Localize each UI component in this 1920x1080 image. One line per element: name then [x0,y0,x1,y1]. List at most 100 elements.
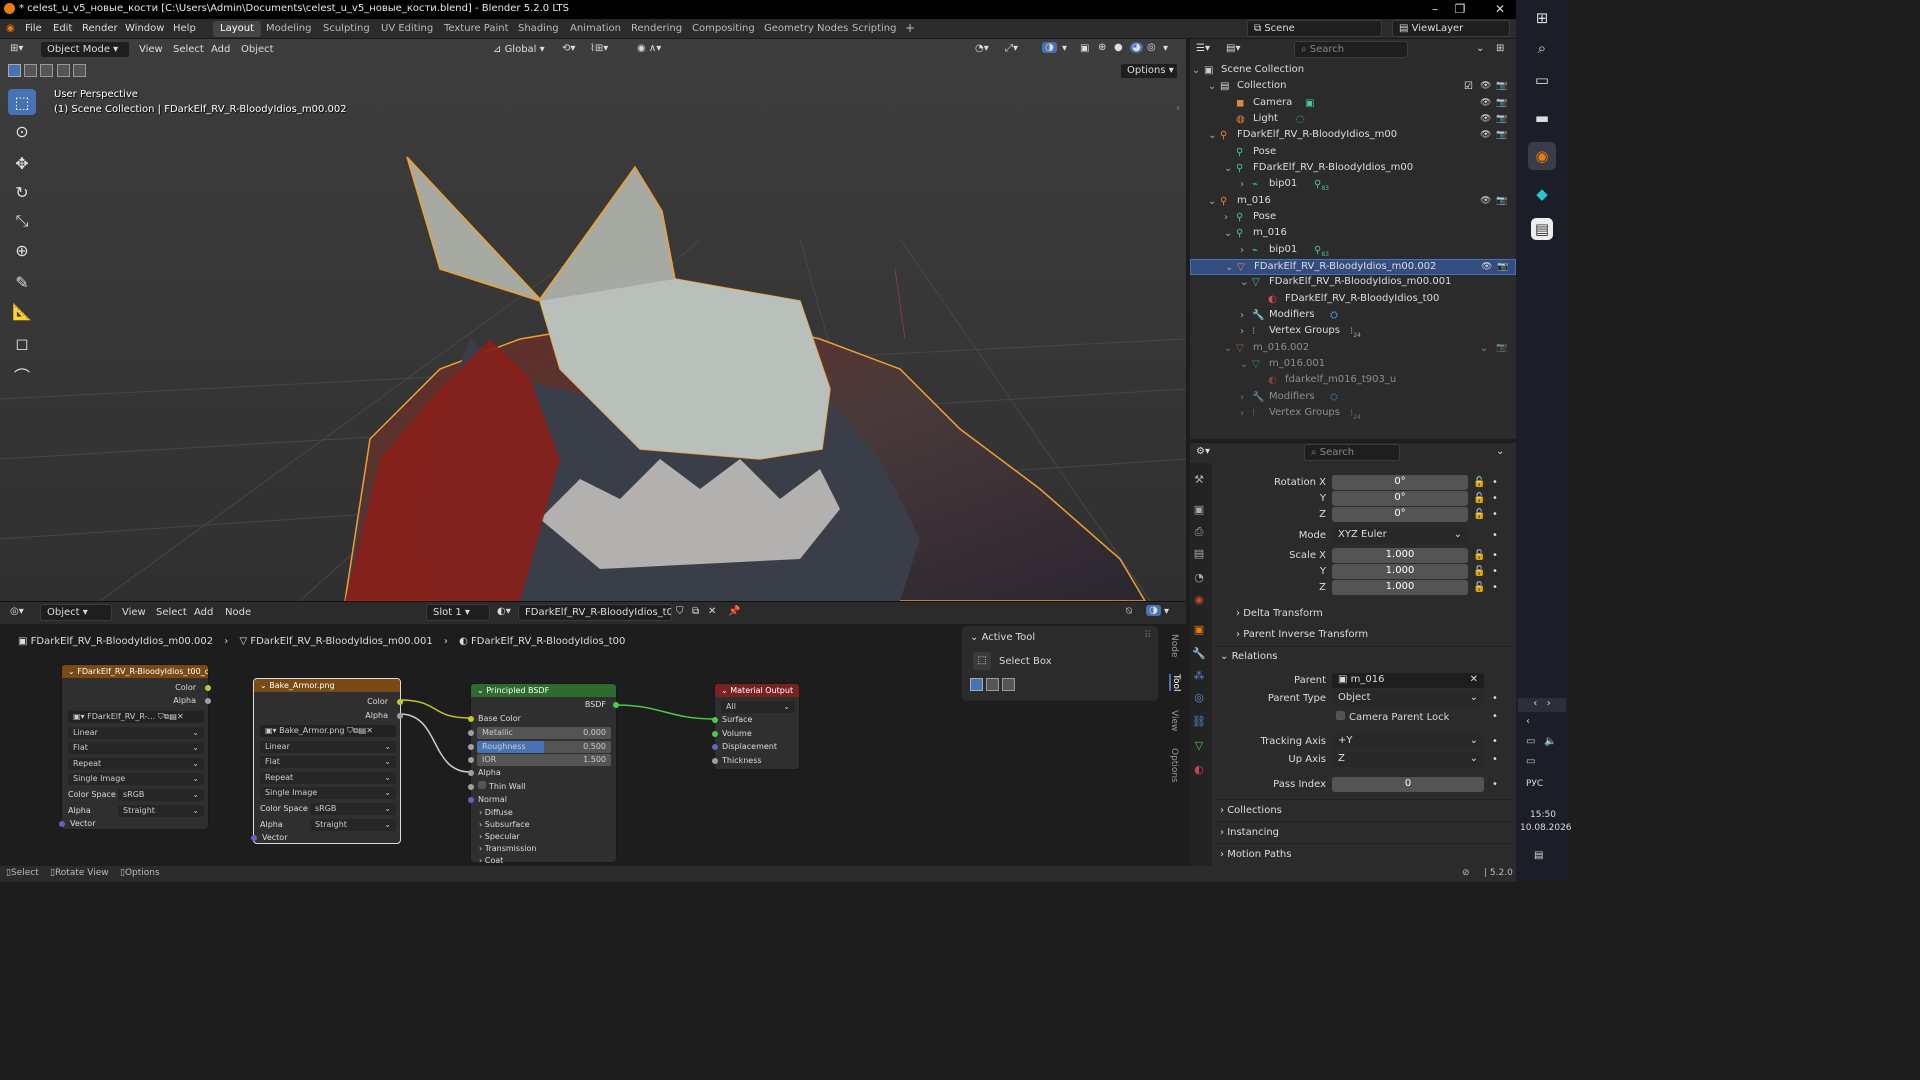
add-cube-tool-icon[interactable]: ◻ [8,330,36,356]
menu-render[interactable]: Render [82,23,118,34]
socket-alpha-out[interactable] [205,698,211,704]
view-layer-tab-icon[interactable]: ▤ [1192,547,1206,563]
chevron-down-icon[interactable]: ⌄ [1240,359,1248,370]
tab-layout[interactable]: Layout [213,21,261,37]
scale-x-field[interactable]: 1.000 [1332,548,1468,563]
file-app-icon[interactable]: ▤ [1531,218,1553,240]
light-data-icon[interactable]: ◌ [1296,114,1305,125]
pivot-icon[interactable]: ⟲▾ [562,43,575,54]
chevron-right-icon[interactable]: › [1240,392,1244,403]
tool-tab-icon[interactable]: ⚒ [1192,473,1206,489]
annotate-tool-icon[interactable]: ✎ [8,269,36,295]
viewport-menu-add[interactable]: Add [211,44,230,55]
roughness-field[interactable]: Roughness 0.500 [477,741,611,753]
outliner-row[interactable]: ⌄ ⚲ FDarkElf_RV_R-BloodyIdios_m00 [1190,161,1516,177]
keyframe-dot-icon[interactable]: • [1492,493,1498,504]
particles-tab-icon[interactable]: ⁂ [1192,669,1206,685]
socket-alpha-out[interactable] [397,713,403,719]
select-extend-icon[interactable] [24,64,38,77]
transform-tool-icon[interactable]: ⊕ [8,237,36,263]
eye-icon[interactable]: 👁 [1481,262,1492,272]
menu-file[interactable]: File [25,23,42,34]
search-icon[interactable]: ⌕ [1528,34,1556,62]
select-invert-icon[interactable] [56,64,70,77]
visibility-icon[interactable]: ◔▾ [975,43,989,54]
clock-time[interactable]: 15:50 [1530,810,1556,820]
collections-panel-header[interactable]: › Collections [1220,805,1282,816]
notification-icon[interactable]: ▤ [1534,850,1543,861]
socket-alpha-in[interactable] [468,770,474,776]
shading-rendered-icon[interactable]: ◎ [1147,42,1156,53]
camera-render-icon[interactable]: 📷 [1496,114,1507,124]
keyframe-dot-icon[interactable]: • [1492,582,1498,593]
snap-icon[interactable]: ⌇⊞▾ [590,43,608,54]
outliner-row[interactable]: ⌄ ⚲ m_016 👁 📷 [1190,194,1516,210]
overlays-dropdown-icon[interactable]: ▾ [1062,43,1067,54]
delta-transform-subpanel[interactable]: › Delta Transform [1236,608,1323,619]
chevron-right-icon[interactable]: › [1240,408,1244,419]
eye-icon[interactable]: 👁 [1480,81,1491,91]
keyframe-dot-icon[interactable]: • [1492,693,1498,704]
image-texture-node-2[interactable]: ⌄ Bake_Armor.png Color Alpha ▣▾ Bake_Arm… [251,678,403,844]
tab-animation[interactable]: Animation [563,21,628,37]
close-icon[interactable]: ✕ [1485,2,1515,16]
clock-date[interactable]: 10.08.2026 [1520,823,1572,833]
outliner[interactable]: ☰▾ ▤▾ ⌕ Search ⌄ ⊞ ⌄ ▣ Scene Collection ⌄ ▤ C… [1190,39,1516,439]
sidebar-tab-view[interactable]: View [1169,710,1179,731]
tab-scripting[interactable]: Scripting [845,21,903,37]
outliner-row[interactable]: ◐ FDarkElf_RV_R-BloodyIdios_t00 [1190,292,1516,308]
tab-geometry-nodes[interactable]: Geometry Nodes [757,21,855,37]
chevron-down-icon[interactable]: ⌄ [1208,81,1216,92]
maximize-icon[interactable]: ❐ [1445,2,1475,16]
outliner-row[interactable]: ⌄ ▽ m_016.001 [1190,357,1516,373]
socket-color-out[interactable] [397,699,403,705]
shading-solid-icon[interactable]: ● [1114,42,1123,53]
modifier-tab-icon[interactable]: 🔧 [1192,647,1206,663]
extension-dropdown[interactable]: Repeat ⌄ [68,758,204,770]
lock-scale-y-icon[interactable]: 🔓 [1473,566,1485,577]
principled-bsdf-node[interactable]: ⌄ Principled BSDF BSDF Base Color Metall… [468,683,619,865]
socket-bsdf-out[interactable] [613,702,619,708]
socket-ior-in[interactable] [468,757,474,763]
shading-wireframe-icon[interactable]: ⊕ [1098,42,1106,53]
blender-menu-icon[interactable]: ◉ [6,23,15,34]
eye-icon[interactable]: 👁 [1480,130,1491,140]
socket-volume-in[interactable] [712,731,718,737]
motion-paths-panel-header[interactable]: › Motion Paths [1220,849,1291,860]
chevron-down-icon[interactable]: ⌄ [1192,65,1200,76]
parent-type-dropdown[interactable]: Object ⌄ [1332,691,1484,706]
tab-shading[interactable]: Shading [511,21,566,37]
tracking-axis-dropdown[interactable]: +Y ⌄ [1332,734,1484,749]
keyframe-dot-icon[interactable]: • [1492,550,1498,561]
hidden-eye-icon[interactable]: ⌄ [1480,343,1488,354]
metallic-field[interactable]: Metallic 0.000 [477,727,611,739]
outliner-row[interactable]: ◐ fdarkelf_m016_t903_u [1190,373,1516,389]
drag-handle-icon[interactable]: ⠿ [1144,630,1151,641]
outliner-row[interactable]: › ⌁ bip01 ⚲83 [1190,243,1516,259]
vertex-group-badge-icon[interactable]: ⁝24 [1350,408,1361,421]
ior-field[interactable]: IOR 1.500 [477,754,611,766]
image-selector[interactable]: ▣▾ Bake_Armor.png ⛉⧉▤✕ [260,725,396,737]
outliner-row[interactable]: ⌄ ▽ FDarkElf_RV_R-BloodyIdios_m00.002 👁 📷 [1190,259,1516,275]
parent-field[interactable]: ▣ m_016 ✕ [1332,673,1484,688]
lock-rotation-y-icon[interactable]: 🔓 [1473,493,1485,504]
properties-editor[interactable]: ⚙▾ ⌕ Search ⌄ ⚒ ▣ ⎙ ▤ ◔ ◉ ▣ 🔧 ⁂ ◎ ⛓ ▽ ◐ … [1190,443,1516,866]
camera-render-icon[interactable]: 📷 [1496,81,1507,91]
tab-uv-editing[interactable]: UV Editing [374,21,440,37]
rotate-tool-icon[interactable]: ↻ [8,179,36,205]
material-tab-icon[interactable]: ◐ [1192,763,1206,779]
windows-start-icon[interactable]: ⊞ [1528,4,1556,32]
mode-extend-icon[interactable] [986,678,1000,691]
display-mode-icon[interactable]: ▤▾ [1226,43,1240,54]
properties-search-input[interactable]: ⌕ Search [1304,444,1400,461]
volume-icon[interactable]: 🔈 [1544,736,1556,747]
move-tool-icon[interactable]: ✥ [8,150,36,176]
tab-modeling[interactable]: Modeling [259,21,319,37]
scale-z-field[interactable]: 1.000 [1332,580,1468,595]
blender-app-icon[interactable]: ◉ [1528,142,1556,170]
outliner-row[interactable]: › ⌁ bip01 ⚲83 [1190,177,1516,193]
bone-count-icon[interactable]: ⚲83 [1314,179,1329,192]
menu-edit[interactable]: Edit [53,23,72,34]
panel-diffuse[interactable]: › Diffuse [479,808,513,817]
select-intersect-icon[interactable] [72,64,86,77]
